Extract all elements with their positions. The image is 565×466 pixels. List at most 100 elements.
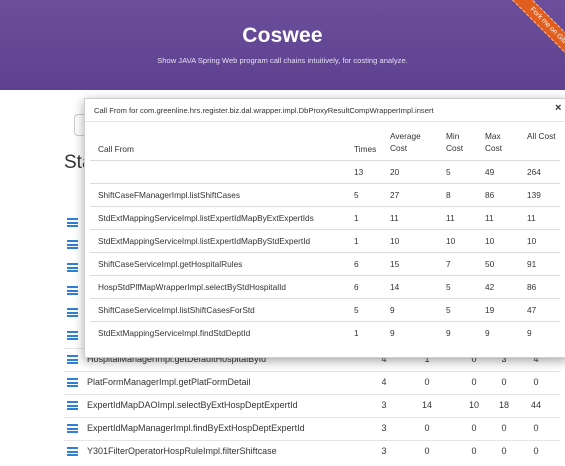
min-cost-value: 7	[446, 259, 451, 269]
col-header-min-cost[interactable]: Min Cost	[446, 130, 476, 154]
all-cost-value: 0	[533, 446, 539, 456]
col-header-call-from[interactable]: Call From	[98, 143, 134, 155]
method-name[interactable]: ExpertIdMapDAOImpl.selectByExtHospDeptEx…	[87, 400, 298, 410]
table-row: ShiftCaseServiceImpl.listShiftCasesForSt…	[90, 298, 560, 321]
min-cost-value: 8	[446, 190, 451, 200]
times-value: 3	[381, 400, 387, 410]
list-icon[interactable]	[67, 286, 78, 295]
app-title: Coswee	[242, 24, 323, 47]
times-value: 6	[354, 259, 359, 269]
table-row: StdExtMappingServiceImpl.listExpertIdMap…	[90, 206, 560, 229]
avg-cost-value: 15	[390, 259, 400, 269]
all-cost-value: 139	[527, 190, 541, 200]
list-icon[interactable]	[67, 424, 78, 433]
all-cost-value: 0	[533, 423, 539, 433]
all-cost-value: 9	[527, 328, 532, 338]
modal-title: Call From for com.greenline.hrs.register…	[94, 106, 434, 115]
call-from-name[interactable]: StdExtMappingServiceImpl.listExpertIdMap…	[98, 213, 314, 223]
list-icon[interactable]	[67, 447, 78, 456]
all-cost-value: 47	[527, 305, 537, 315]
times-value: 4	[381, 377, 387, 387]
call-from-name[interactable]: ShiftCaseFManagerImpl.listShiftCases	[98, 190, 240, 200]
max-cost-value: 11	[485, 213, 494, 223]
max-cost-value: 49	[485, 167, 495, 177]
method-name[interactable]: ExpertIdMapManagerImpl.findByExtHospDept…	[87, 423, 305, 433]
times-value: 1	[354, 236, 359, 246]
table-row: PlatFormManagerImpl.getPlatFormDetail 4 …	[64, 371, 560, 394]
call-from-name[interactable]: StdExtMappingServiceImpl.listExpertIdMap…	[98, 236, 310, 246]
times-value: 5	[354, 305, 359, 315]
col-header-times[interactable]: Times	[354, 143, 376, 155]
fork-on-github-ribbon[interactable]: Fork me on GitHub	[504, 0, 565, 77]
all-cost-value: 91	[527, 259, 537, 269]
list-icon[interactable]	[67, 355, 78, 364]
avg-cost-value: 14	[390, 282, 400, 292]
table-row: ExpertIdMapDAOImpl.selectByExtHospDeptEx…	[64, 394, 560, 417]
table-row: HospStdPlfMapWrapperImpl.selectByStdHosp…	[90, 275, 560, 298]
close-icon[interactable]: ×	[555, 102, 561, 114]
table-row: ShiftCaseFManagerImpl.listShiftCases 5 2…	[90, 183, 560, 206]
avg-cost-value: 0	[424, 446, 430, 456]
max-cost-value: 9	[485, 328, 490, 338]
col-header-max-cost[interactable]: Max Cost	[485, 130, 515, 154]
max-cost-value: 10	[485, 236, 495, 246]
all-cost-value: 0	[533, 377, 539, 387]
times-value: 13	[354, 167, 364, 177]
table-row: 13 20 5 49 264	[90, 160, 560, 183]
all-cost-value: 44	[530, 400, 541, 410]
min-cost-value: 9	[446, 328, 451, 338]
col-header-average-cost[interactable]: Average Cost	[390, 130, 434, 154]
max-cost-value: 0	[501, 423, 507, 433]
min-cost-value: 5	[446, 167, 451, 177]
times-value: 5	[354, 190, 359, 200]
method-name[interactable]: Y301FilterOperatorHospRuleImpl.filterShi…	[87, 446, 277, 456]
call-from-modal: Call From for com.greenline.hrs.register…	[84, 98, 565, 358]
list-icon[interactable]	[67, 263, 78, 272]
list-icon[interactable]	[67, 240, 78, 249]
max-cost-value: 86	[485, 190, 495, 200]
list-icon[interactable]	[67, 218, 78, 227]
call-from-name[interactable]: ShiftCaseServiceImpl.getHospitalRules	[98, 259, 242, 269]
avg-cost-value: 9	[390, 328, 395, 338]
times-value: 6	[354, 282, 359, 292]
max-cost-value: 0	[501, 446, 507, 456]
min-cost-value: 10	[446, 236, 456, 246]
list-icon[interactable]	[67, 308, 78, 317]
min-cost-value: 11	[446, 213, 455, 223]
table-row: Y301FilterOperatorHospRuleImpl.filterShi…	[64, 440, 560, 463]
max-cost-value: 19	[485, 305, 495, 315]
max-cost-value: 0	[501, 377, 507, 387]
min-cost-value: 5	[446, 282, 451, 292]
avg-cost-value: 0	[424, 377, 430, 387]
list-icon[interactable]	[67, 401, 78, 410]
table-row: ExpertIdMapManagerImpl.findByExtHospDept…	[64, 417, 560, 440]
col-header-all-cost[interactable]: All Cost	[527, 130, 557, 142]
call-from-name[interactable]: HospStdPlfMapWrapperImpl.selectByStdHosp…	[98, 282, 286, 292]
table-row: ShiftCaseServiceImpl.getHospitalRules 6 …	[90, 252, 560, 275]
avg-cost-value: 20	[390, 167, 400, 177]
list-icon[interactable]	[67, 378, 78, 387]
min-cost-value: 0	[471, 446, 477, 456]
times-value: 3	[381, 423, 387, 433]
modal-divider	[85, 121, 565, 122]
table-row: StdExtMappingServiceImpl.listExpertIdMap…	[90, 229, 560, 252]
min-cost-value: 0	[471, 377, 477, 387]
times-value: 1	[354, 213, 359, 223]
method-name[interactable]: PlatFormManagerImpl.getPlatFormDetail	[87, 377, 251, 387]
min-cost-value: 5	[446, 305, 451, 315]
all-cost-value: 10	[527, 236, 537, 246]
list-icon[interactable]	[67, 331, 78, 340]
call-from-name[interactable]: ShiftCaseServiceImpl.listShiftCasesForSt…	[98, 305, 255, 315]
all-cost-value: 11	[527, 213, 536, 223]
min-cost-value: 0	[471, 423, 477, 433]
max-cost-value: 18	[498, 400, 509, 410]
max-cost-value: 50	[485, 259, 495, 269]
table-row: StdExtMappingServiceImpl.findStdDeptId 1…	[90, 321, 560, 344]
call-from-name[interactable]: StdExtMappingServiceImpl.findStdDeptId	[98, 328, 250, 338]
header-banner: Coswee Show JAVA Spring Web program call…	[0, 0, 565, 90]
max-cost-value: 42	[485, 282, 495, 292]
min-cost-value: 10	[468, 400, 479, 410]
app-subtitle: Show JAVA Spring Web program call chains…	[157, 56, 408, 65]
all-cost-value: 86	[527, 282, 537, 292]
avg-cost-value: 0	[424, 423, 430, 433]
